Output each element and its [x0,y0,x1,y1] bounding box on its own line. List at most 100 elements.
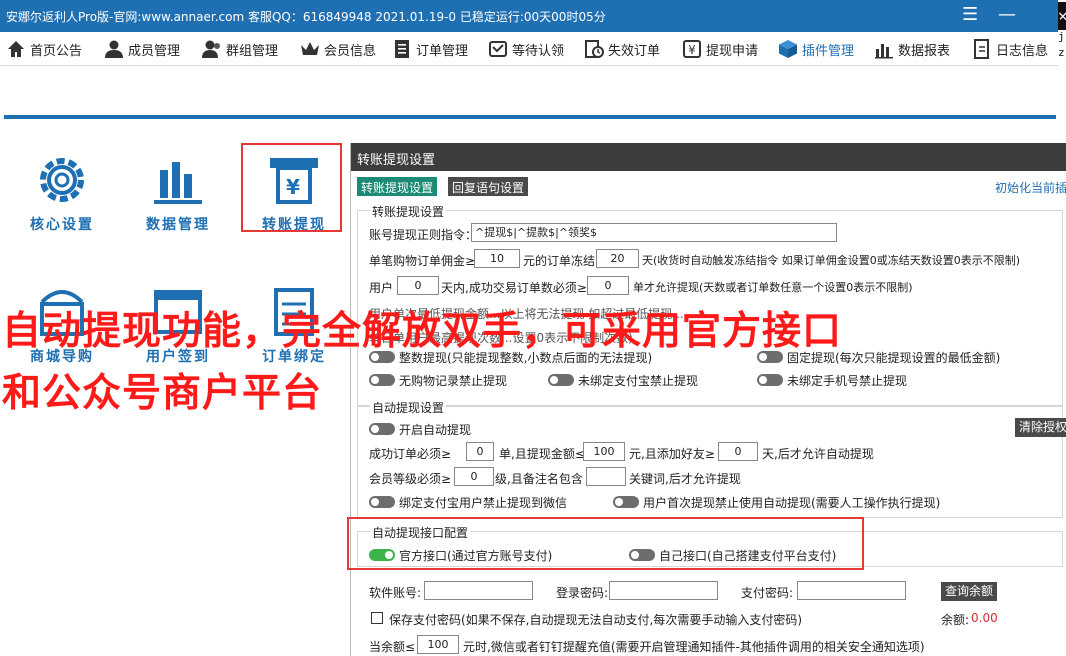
menu-label: 数据报表 [898,43,951,59]
query-balance-button[interactable]: 查询余额 [941,582,998,601]
crown-icon [300,39,320,59]
title-bar: 安娜尔返利人Pro版-官网:www.annaer.com 客服QQ：616849… [0,0,1066,32]
toggle-block-wechat[interactable] [369,496,395,508]
user-icon [104,39,124,59]
menu-item-logs[interactable]: 日志信息 [972,32,1048,66]
threshold-label: 当余额≤ [369,640,416,654]
plugin-data-management[interactable]: 数据管理 [128,150,228,234]
toggle-no-alipay[interactable] [548,374,574,386]
pay-password-label: 支付密码: [741,586,794,600]
right-strip-char: j [1058,30,1065,43]
toggle-label: 绑定支付宝用户禁止提现到微信 [399,496,568,510]
toggle-no-purchase[interactable] [369,374,395,386]
row-label: 用户 [369,281,394,295]
tab-transfer-settings[interactable]: 转账提现设置 [357,177,438,196]
menu-label: 订单管理 [416,43,469,59]
friend-days-input[interactable]: 0 [718,442,758,461]
threshold-input[interactable]: 100 [417,635,459,654]
toggle-auto-withdraw[interactable] [369,423,395,435]
highlight-box [241,143,342,232]
plugin-label: 核心设置 [30,217,94,233]
menu-label: 群组管理 [226,43,279,59]
row-label: 单才允许提现(天数或者订单数任意一个设置0表示不限制) [633,281,913,294]
init-plugin-link[interactable]: 初始化当前插 [995,179,1066,196]
menu-item-groups[interactable]: 群组管理 [202,32,278,66]
row-label: 天(收货时自动触发冻结指令 如果订单佣金设置0或冻结天数设置0表示不限制) [642,254,1021,267]
clear-auth-button[interactable]: 清除授权 [1015,418,1066,437]
balance-label: 余额: [941,613,970,627]
dialog-title: 转账提现设置 [351,143,1066,171]
group-legend: 自动提现设置 [370,399,447,416]
group-icon [202,39,222,59]
save-password-checkbox[interactable] [371,612,383,624]
minimize-icon[interactable]: — [998,3,1016,27]
menu-label: 等待认领 [512,43,565,59]
menu-item-orders[interactable]: 订单管理 [392,32,468,66]
right-strip-char: z [1058,46,1065,59]
row-label: 元,且添加好友≥ [629,447,715,461]
bars-icon [874,39,894,59]
login-password-label: 登录密码: [556,586,609,600]
highlight-box [347,517,864,570]
row-label: 天内,成功交易订单数必须≥ [441,281,587,295]
tab-reply-settings[interactable]: 回复语句设置 [448,177,529,196]
doc-icon [972,39,992,59]
gear-icon [40,158,84,202]
plugin-label: 数据管理 [146,217,210,233]
software-account-label: 软件账号: [369,586,422,600]
menu-label: 成员管理 [128,43,181,59]
menu-label: 会员信息 [324,43,377,59]
menu-item-pending[interactable]: 等待认领 [488,32,564,66]
row-label: 关键词,后才允许提现 [629,472,741,486]
menu-label: 首页公告 [30,43,83,59]
toggle-label: 无购物记录禁止提现 [399,374,508,388]
toggle-no-phone[interactable] [757,374,783,386]
success-orders-input[interactable]: 0 [466,442,494,461]
row-label: 单笔购物订单佣金≥ [369,254,476,268]
software-account-input[interactable] [424,581,533,600]
row-label: 成功订单必须≥ [369,447,452,461]
menu-label: 提现申请 [706,43,759,59]
withdraw-settings-dialog: 转账提现设置 转账提现设置 回复语句设置 初始化当前插 转账提现设置 账号提现正… [350,143,1066,656]
menu-item-withdraw[interactable]: ¥ 提现申请 [682,32,758,66]
order-count-input[interactable]: 0 [587,276,629,295]
remark-keyword-input[interactable] [586,467,626,486]
row-label: 级,且备注名包含 [495,472,583,486]
cube-icon [778,39,798,59]
plugin-core-settings[interactable]: 核心设置 [12,150,112,234]
clock-doc-icon [584,39,604,59]
freeze-days-input[interactable]: 20 [596,249,639,268]
regex-input[interactable]: ^提现$|^提款$|^领奖$ [471,223,837,242]
menu-item-home[interactable]: 首页公告 [6,32,82,66]
menu-icon[interactable]: ☰ [962,3,978,27]
main-menu-bar: 首页公告 成员管理 群组管理 会员信息 订单管理 等待认领 失效订单 ¥ 提现申… [0,32,1058,66]
home-icon [6,39,26,59]
toggle-label: 开启自动提现 [399,423,472,437]
content-divider [4,115,1056,119]
commission-input[interactable]: 10 [474,249,520,268]
menu-item-vip[interactable]: 会员信息 [300,32,376,66]
database-icon [154,162,202,204]
login-password-input[interactable] [609,581,718,600]
promo-overlay-line2: 和公众号商户平台 [2,371,323,416]
row-label: 元的订单冻结 [523,254,596,268]
member-level-input[interactable]: 0 [454,467,494,486]
yen-icon: ¥ [682,39,702,59]
menu-label: 失效订单 [608,43,661,59]
pay-password-input[interactable] [797,581,906,600]
group-legend: 转账提现设置 [370,203,447,220]
menu-item-plugins[interactable]: 插件管理 [778,32,854,66]
max-amount-input[interactable]: 100 [583,442,625,461]
row-label: 单,且提现金额≤ [499,447,585,461]
regex-label: 账号提现正则指令： [369,228,478,242]
toggle-first-withdraw[interactable] [613,496,639,508]
menu-item-members[interactable]: 成员管理 [104,32,180,66]
stamp-icon [488,39,508,59]
days-input[interactable]: 0 [397,276,439,295]
menu-label: 日志信息 [996,43,1049,59]
menu-item-invalid[interactable]: 失效订单 [584,32,660,66]
toggle-label: 未绑定手机号禁止提现 [787,374,908,388]
menu-item-reports[interactable]: 数据报表 [874,32,950,66]
list-icon [392,39,412,59]
window-title: 安娜尔返利人Pro版-官网:www.annaer.com 客服QQ：616849… [6,10,606,24]
